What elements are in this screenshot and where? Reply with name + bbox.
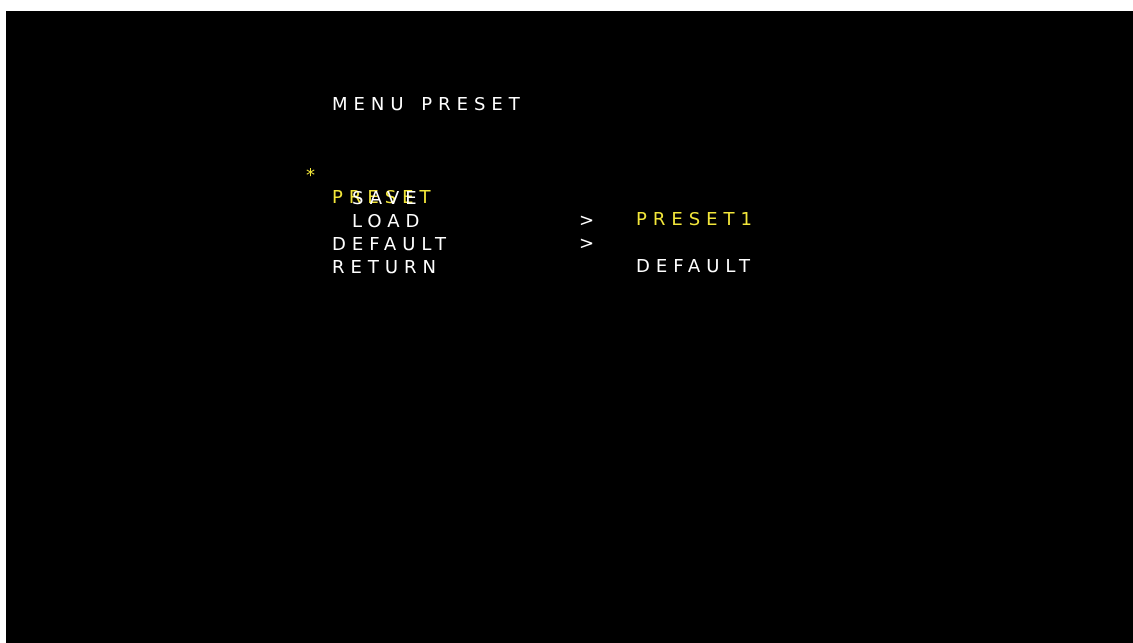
- menu-item-default[interactable]: DEFAULT DEFAULT: [6, 212, 1133, 277]
- menu-item-save[interactable]: SAVE >: [6, 166, 1133, 231]
- menu-item-preset[interactable]: * PRESET PRESET1: [6, 143, 1133, 230]
- menu-item-load[interactable]: LOAD >: [6, 189, 1133, 254]
- osd-screen: MENU PRESET * PRESET PRESET1 SAVE > LOAD…: [6, 11, 1133, 643]
- menu-item-label: RETURN: [332, 257, 443, 278]
- menu-item-return[interactable]: RETURN: [6, 235, 1133, 278]
- menu-item-value: DEFAULT: [636, 256, 756, 277]
- menu-title: MENU PRESET: [332, 94, 526, 115]
